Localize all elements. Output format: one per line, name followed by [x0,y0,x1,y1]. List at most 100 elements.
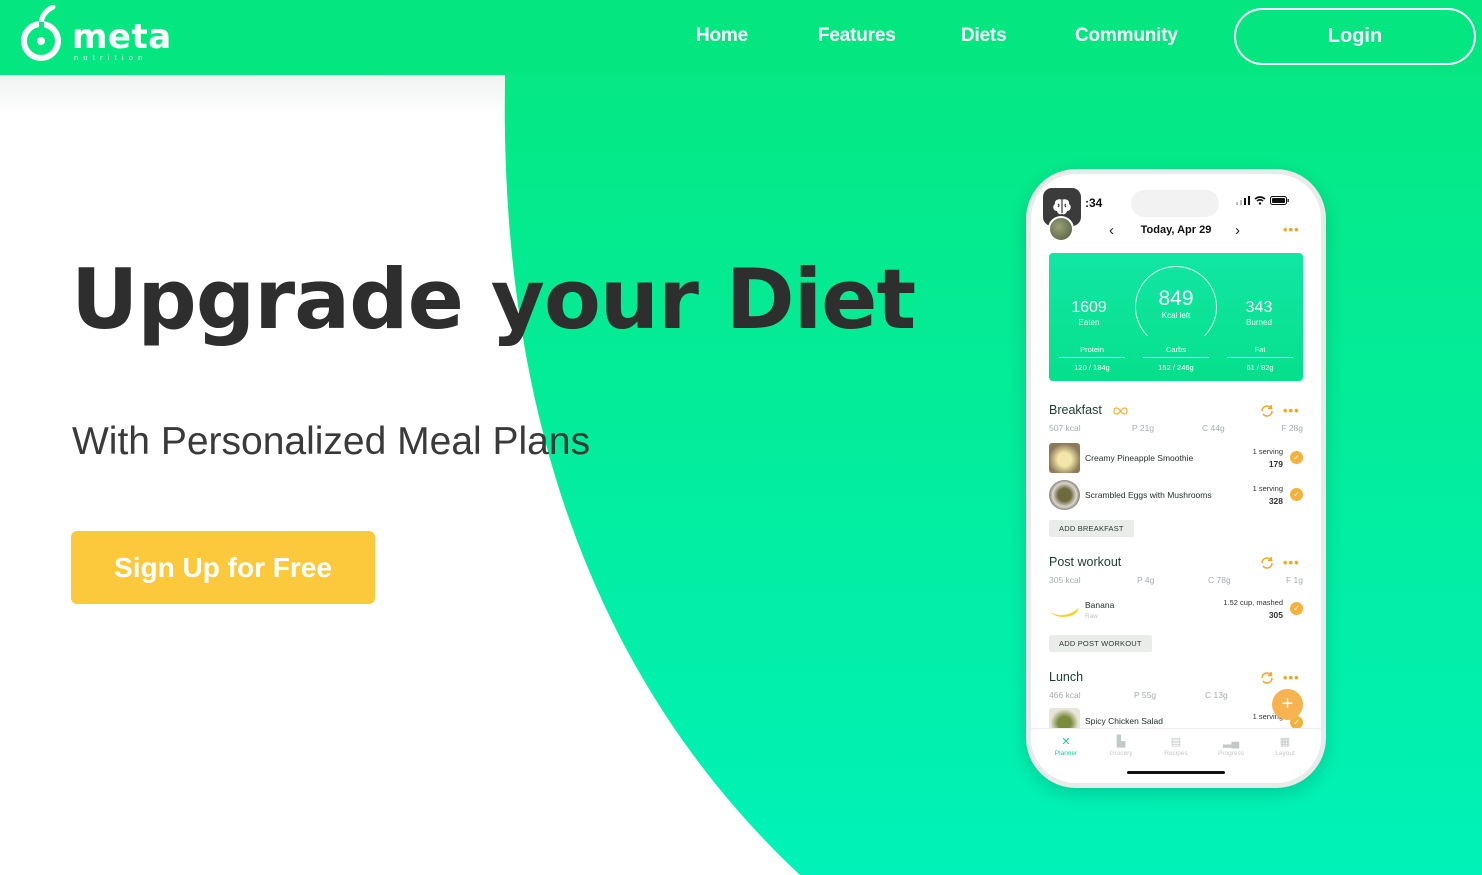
macro-label: Fat [1254,345,1266,354]
nav-community-link[interactable]: Community [1075,22,1178,50]
meal-title-post-workout: Post workout [1049,555,1122,569]
top-navbar: meta nutrition Home Features Diets Commu… [0,0,1482,75]
meal-carbs: C 13g [1205,690,1228,700]
battery-icon [1270,196,1289,205]
bar-chart-icon: ▂▄ [1222,736,1240,748]
nav-features-link[interactable]: Features [818,22,896,50]
nav-diets-link[interactable]: Diets [961,22,1007,50]
signal-icon [1236,196,1250,205]
food-name: Banana [1085,600,1115,610]
food-kcal: 328 [1268,496,1283,506]
bottom-tab-bar: ✕ Planner ▙ Grocery ▤ Recipes ▂▄ Progress ▦ L… [1031,728,1321,783]
landing-page: { "brand": {"name": "meta", "tagline": "… [0,0,1482,875]
checked-icon[interactable]: ✓ [1290,488,1303,501]
add-post-workout-button[interactable]: ADD POST WORKOUT [1049,635,1152,652]
meal-kcal: 305 kcal [1049,575,1081,585]
add-breakfast-button[interactable]: ADD BREAKFAST [1049,520,1134,537]
macro-carbs: Carbs 152 / 246g [1143,345,1209,372]
meal-protein: P 55g [1134,690,1157,700]
macro-protein: Protein 120 / 184g [1059,345,1125,372]
eaten-stat: 1609 Eaten [1059,298,1119,327]
food-name: Spicy Chicken Salad [1085,716,1163,726]
infinity-icon [1113,407,1128,415]
tab-recipes[interactable]: ▤ Recipes [1156,735,1196,757]
meal-fat: F 28g [1281,423,1303,433]
tab-progress[interactable]: ▂▄ Progress [1211,735,1251,757]
next-day-chevron-icon[interactable]: › [1235,222,1240,239]
wifi-icon [1254,196,1266,205]
grid-icon: ▦ [1279,736,1291,748]
utensils-icon: ✕ [1061,736,1071,748]
nav-home-link[interactable]: Home [696,22,748,50]
burned-value: 343 [1245,299,1273,316]
checked-icon[interactable]: ✓ [1290,602,1303,615]
food-item[interactable]: Banana Raw 1.52 cup, mashed 305 ✓ [1049,594,1303,626]
meal-title-lunch: Lunch [1049,670,1084,684]
home-indicator [1127,771,1225,774]
food-name: Creamy Pineapple Smoothie [1085,453,1194,463]
kcal-left-stat: 849 Kcal left [1135,287,1217,320]
tab-layout[interactable]: ▦ Layout [1265,735,1305,757]
meal-options-icon[interactable]: ••• [1283,555,1300,570]
eaten-label: Eaten [1078,318,1100,327]
brain-icon [1053,199,1071,215]
tab-label: Planner [1054,750,1078,757]
brand-name: meta [72,17,172,57]
food-item[interactable]: Creamy Pineapple Smoothie 1 serving 179 ✓ [1049,443,1303,475]
food-name: Scrambled Eggs with Mushrooms [1085,490,1212,500]
dynamic-island [1131,190,1219,217]
phone-mockup: :34 ‹ Today, Apr 29 › ••• 1609 Eaten 849 [1026,169,1326,788]
food-thumbnail [1049,443,1080,473]
logo-icon [21,5,61,61]
macro-label: Protein [1080,345,1104,354]
swap-meal-icon[interactable] [1259,670,1275,686]
more-options-icon[interactable]: ••• [1283,222,1300,237]
meal-options-icon[interactable]: ••• [1283,670,1300,685]
phone-screen: :34 ‹ Today, Apr 29 › ••• 1609 Eaten 849 [1031,174,1321,783]
food-item[interactable]: Scrambled Eggs with Mushrooms 1 serving 3… [1049,480,1303,512]
macro-value: 61 / 82g [1246,363,1274,372]
meal-protein: P 4g [1137,575,1155,585]
status-icons [1236,196,1289,205]
brand-logo[interactable]: meta nutrition [17,5,177,67]
meal-carbs: C 44g [1202,423,1225,433]
login-button[interactable]: Login [1234,8,1476,65]
meal-title-breakfast: Breakfast [1049,403,1102,417]
food-thumbnail [1049,480,1080,510]
hero-subtitle: With Personalized Meal Plans [72,420,591,463]
macro-value: 152 / 246g [1158,363,1194,372]
food-serving: 1 serving [1252,484,1283,493]
tab-planner[interactable]: ✕ Planner [1046,735,1086,757]
tab-label: Progress [1217,750,1244,757]
add-food-fab-button[interactable]: + [1272,689,1303,720]
burned-stat: 343 Burned [1229,298,1289,327]
tab-grocery[interactable]: ▙ Grocery [1101,735,1141,757]
navbar-shadow [0,75,505,115]
kcal-left-value: 849 [1158,287,1194,310]
meal-kcal: 507 kcal [1049,423,1081,433]
meal-carbs: C 78g [1208,575,1231,585]
burned-label: Burned [1246,318,1272,327]
food-kcal: 305 [1268,610,1283,620]
tab-label: Layout [1275,750,1295,757]
meal-fat: F 1g [1285,575,1303,585]
swap-meal-icon[interactable] [1259,403,1275,419]
food-serving: 1 serving [1252,447,1283,456]
status-time: :34 [1085,196,1103,210]
kcal-left-label: Kcal left [1161,311,1191,320]
macro-label: Carbs [1165,345,1186,354]
food-serving: 1.52 cup, mashed [1223,598,1283,607]
eaten-value: 1609 [1071,299,1107,316]
date-label: Today, Apr 29 [1140,224,1212,236]
meal-protein: P 21g [1132,423,1155,433]
signup-button[interactable]: Sign Up for Free [71,531,375,604]
tab-label: Grocery [1109,750,1133,757]
food-sub: Raw [1085,613,1099,620]
meal-options-icon[interactable]: ••• [1283,403,1300,418]
checked-icon[interactable]: ✓ [1290,451,1303,464]
cart-icon: ▙ [1116,736,1126,748]
meal-kcal: 466 kcal [1049,690,1081,700]
swap-meal-icon[interactable] [1259,555,1275,571]
banana-icon [1050,608,1079,617]
macro-fat: Fat 61 / 82g [1227,345,1293,372]
